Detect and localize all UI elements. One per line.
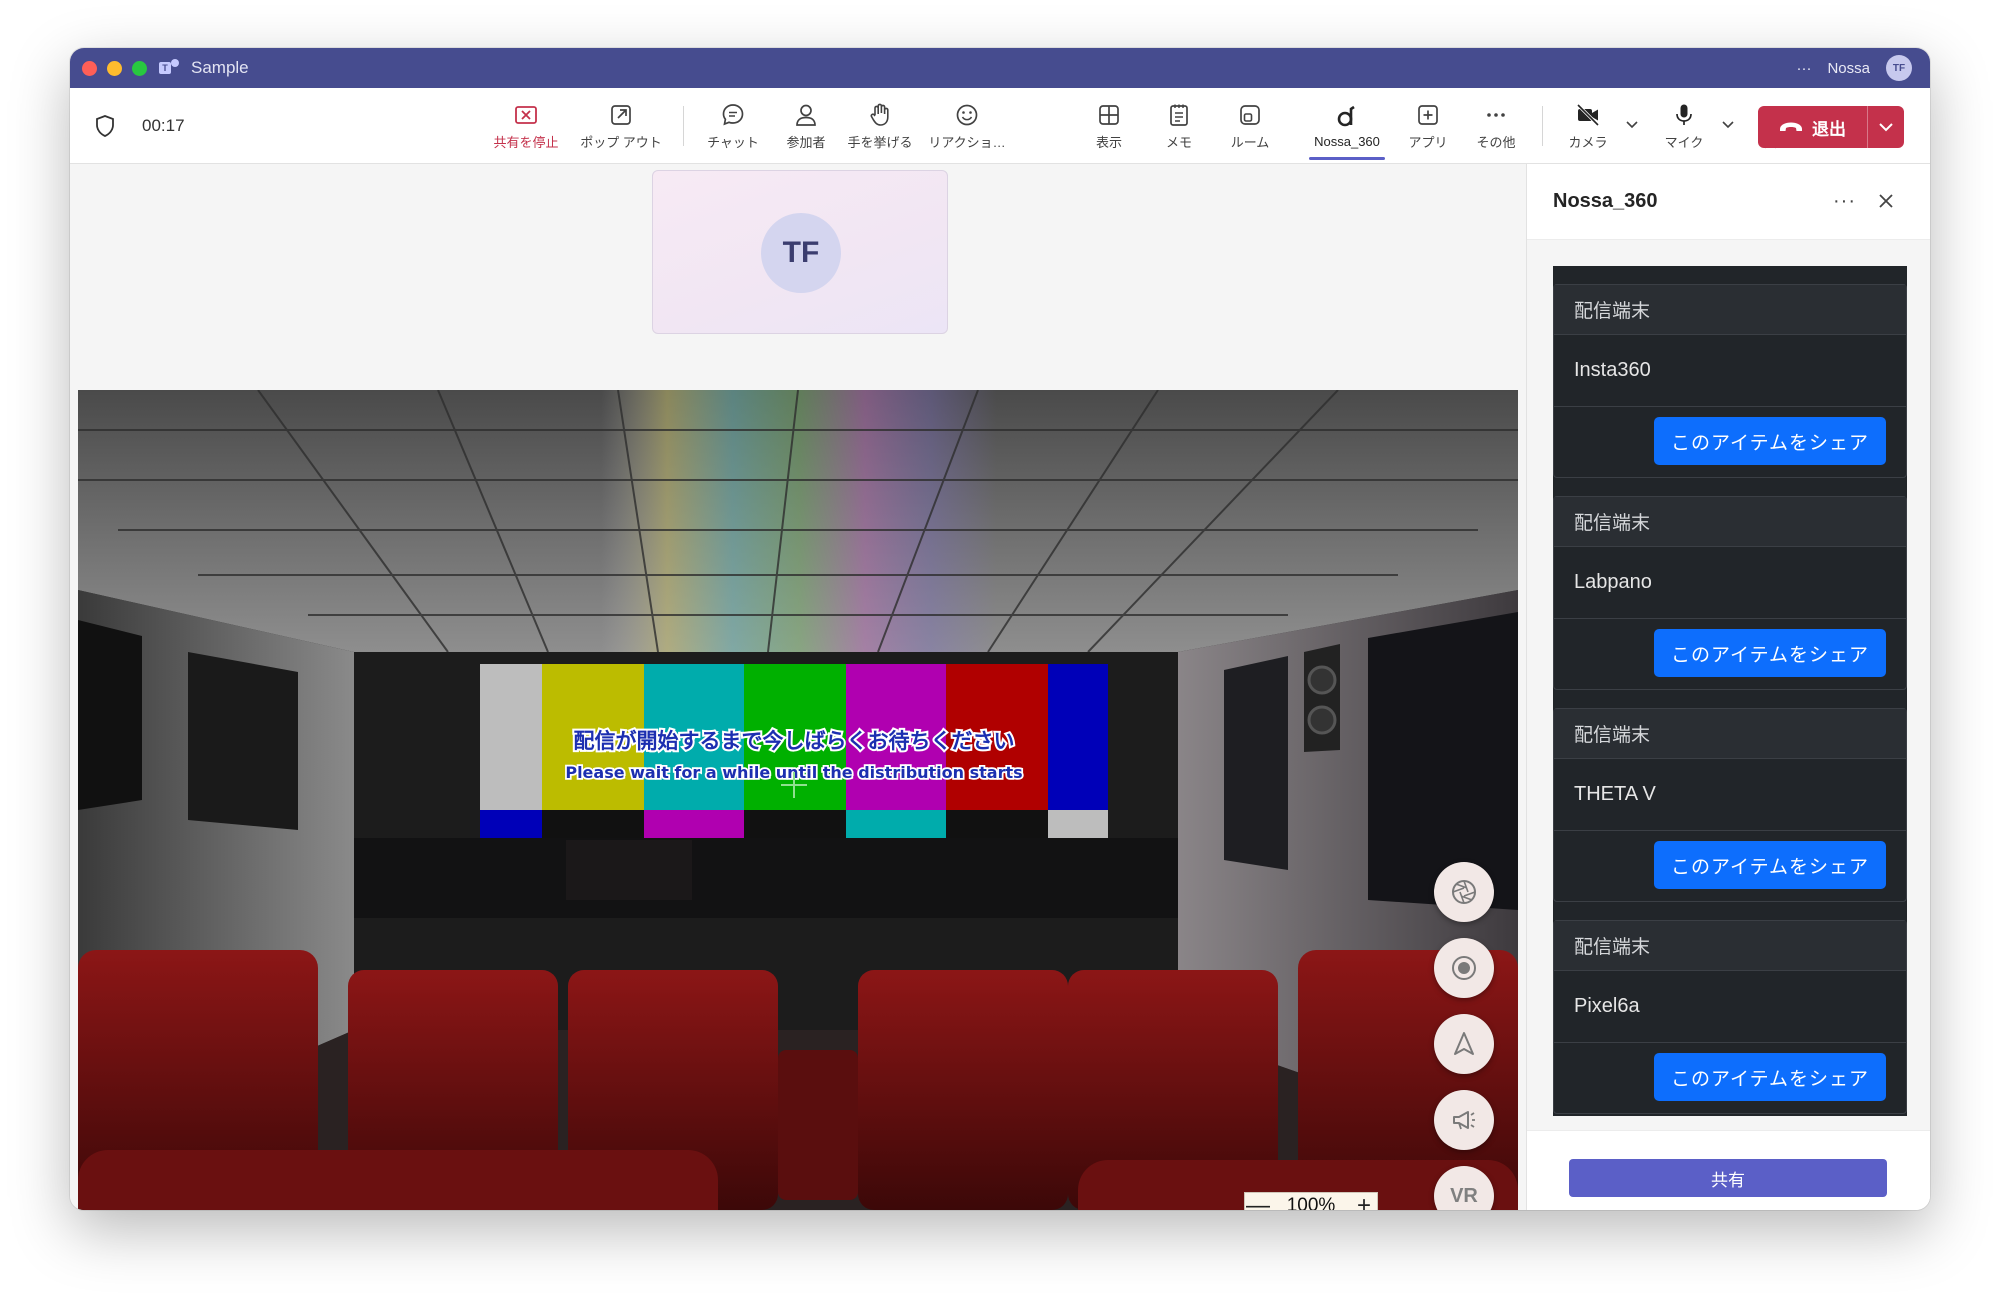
share-item-button[interactable]: このアイテムをシェア — [1654, 841, 1886, 889]
device-card-header: 配信端末 — [1554, 497, 1906, 547]
meeting-timer: 00:17 — [142, 116, 185, 135]
device-card-header: 配信端末 — [1554, 285, 1906, 335]
device-card: 配信端末 Pixel6a このアイテムをシェア — [1553, 920, 1907, 1114]
title-bar: T Sample ··· Nossa TF — [70, 48, 1930, 88]
shield-icon[interactable] — [94, 114, 116, 138]
popout-icon — [611, 104, 631, 125]
stop-sharing-button[interactable]: 共有を停止 — [486, 88, 566, 164]
announce-button[interactable] — [1434, 1090, 1494, 1150]
toolbar-divider — [683, 106, 684, 146]
chevron-down-icon — [1879, 123, 1893, 132]
panel-header: Nossa_360 ··· — [1527, 164, 1930, 240]
stop-share-icon — [515, 105, 537, 124]
hangup-icon — [1780, 122, 1802, 131]
participants-button[interactable]: 参加者 — [776, 88, 836, 164]
zoom-value: 100% — [1286, 1195, 1336, 1210]
share-button[interactable]: 共有 — [1569, 1159, 1887, 1197]
user-name: Nossa — [1827, 59, 1870, 77]
window-title: Sample — [191, 58, 249, 77]
navigate-button[interactable] — [1434, 1014, 1494, 1074]
meeting-stage: TF 配信が開始するまで今しばらくお待ちください Please wait for… — [70, 164, 1526, 1210]
person-icon — [796, 104, 816, 126]
nossa360-button[interactable]: Nossa_360 — [1302, 88, 1392, 164]
view-button[interactable]: 表示 — [1084, 88, 1134, 164]
apps-button[interactable]: アプリ — [1400, 88, 1456, 164]
share-item-button[interactable]: このアイテムをシェア — [1654, 1053, 1886, 1101]
camera-button[interactable]: カメラ — [1558, 88, 1618, 164]
camera-options-chevron-down-icon[interactable] — [1622, 114, 1642, 134]
camera-off-icon — [1576, 103, 1600, 126]
minimize-window-button[interactable] — [107, 60, 122, 76]
rooms-button[interactable]: ルーム — [1220, 88, 1280, 164]
leave-button[interactable]: 退出 — [1758, 106, 1904, 148]
panel-body: 配信端末 Insta360 このアイテムをシェア 配信端末 Labpano この… — [1527, 240, 1930, 1130]
device-name: Insta360 — [1554, 335, 1906, 407]
chat-icon — [722, 103, 744, 125]
panel-more-button[interactable]: ··· — [1833, 190, 1856, 213]
panel-footer: 共有 — [1527, 1130, 1930, 1210]
meeting-toolbar: 00:17 共有を停止 ポップ アウト チャット 参加者 手を挙げる リアクショ… — [70, 88, 1930, 164]
aperture-icon — [1452, 880, 1476, 904]
popout-button[interactable]: ポップ アウト — [576, 88, 666, 164]
record-icon — [1452, 956, 1476, 980]
vr-label: VR — [1450, 1184, 1478, 1207]
more-button[interactable]: その他 — [1466, 88, 1526, 164]
nossa360-side-panel: Nossa_360 ··· 配信端末 Insta360 このアイテムをシェア 配… — [1526, 164, 1930, 1210]
grid-icon — [1099, 104, 1119, 125]
zoom-window-button[interactable] — [132, 60, 147, 76]
zoom-in-button[interactable]: + — [1351, 1193, 1377, 1211]
plus-icon — [1418, 104, 1438, 125]
pointer-arrow-icon — [1454, 1032, 1474, 1055]
mic-button[interactable]: マイク — [1656, 88, 1712, 164]
user-avatar[interactable]: TF — [1886, 55, 1912, 81]
teams-logo-icon: T — [159, 59, 179, 77]
leave-options-button[interactable] — [1868, 118, 1904, 136]
share-item-button[interactable]: このアイテムをシェア — [1654, 417, 1886, 465]
close-window-button[interactable] — [82, 60, 97, 76]
self-video-tile[interactable]: TF — [652, 170, 948, 334]
theater-scene: 配信が開始するまで今しばらくお待ちください Please wait for a … — [78, 390, 1518, 1210]
window-controls — [82, 60, 147, 76]
raise-hand-button[interactable]: 手を挙げる — [840, 88, 920, 164]
shutter-button[interactable] — [1434, 862, 1494, 922]
device-name: Pixel6a — [1554, 971, 1906, 1043]
device-name: THETA V — [1554, 759, 1906, 831]
self-avatar: TF — [761, 213, 841, 293]
rooms-icon — [1240, 104, 1260, 125]
toolbar-divider — [1542, 106, 1543, 146]
record-button[interactable] — [1434, 938, 1494, 998]
notes-icon — [1170, 104, 1188, 126]
close-icon[interactable] — [1875, 190, 1897, 212]
smile-icon — [956, 104, 978, 125]
teams-window: T Sample ··· Nossa TF 00:17 共有を停止 ポップ アウ… — [70, 48, 1930, 1210]
device-card: 配信端末 THETA V このアイテムをシェア — [1553, 708, 1907, 902]
zoom-control: — 100% + — [1244, 1192, 1378, 1210]
device-card: 配信端末 Labpano このアイテムをシェア — [1553, 496, 1907, 690]
title-bar-right: ··· Nossa TF — [1796, 48, 1912, 88]
panel-title: Nossa_360 — [1553, 190, 1658, 212]
share-item-button[interactable]: このアイテムをシェア — [1654, 629, 1886, 677]
megaphone-icon — [1453, 1111, 1475, 1130]
more-icon — [1487, 112, 1505, 117]
hand-icon — [870, 103, 889, 126]
device-name: Labpano — [1554, 547, 1906, 619]
device-card: 配信端末 Insta360 このアイテムをシェア — [1553, 284, 1907, 478]
360-viewer[interactable]: 配信が開始するまで今しばらくお待ちください Please wait for a … — [78, 390, 1518, 1210]
screen-message-jp: 配信が開始するまで今しばらくお待ちください — [574, 729, 1015, 753]
mic-icon — [1676, 104, 1692, 125]
nossa-icon — [1337, 105, 1355, 126]
reactions-button[interactable]: リアクショ… — [922, 88, 1012, 164]
leave-label: 退出 — [1812, 119, 1846, 139]
title-more-button[interactable]: ··· — [1796, 60, 1811, 77]
device-list[interactable]: 配信端末 Insta360 このアイテムをシェア 配信端末 Labpano この… — [1553, 266, 1907, 1116]
mic-options-chevron-down-icon[interactable] — [1718, 114, 1738, 134]
chat-button[interactable]: チャット — [698, 88, 768, 164]
device-card-header: 配信端末 — [1554, 921, 1906, 971]
zoom-out-button[interactable]: — — [1245, 1193, 1271, 1211]
device-card-header: 配信端末 — [1554, 709, 1906, 759]
notes-button[interactable]: メモ — [1154, 88, 1204, 164]
